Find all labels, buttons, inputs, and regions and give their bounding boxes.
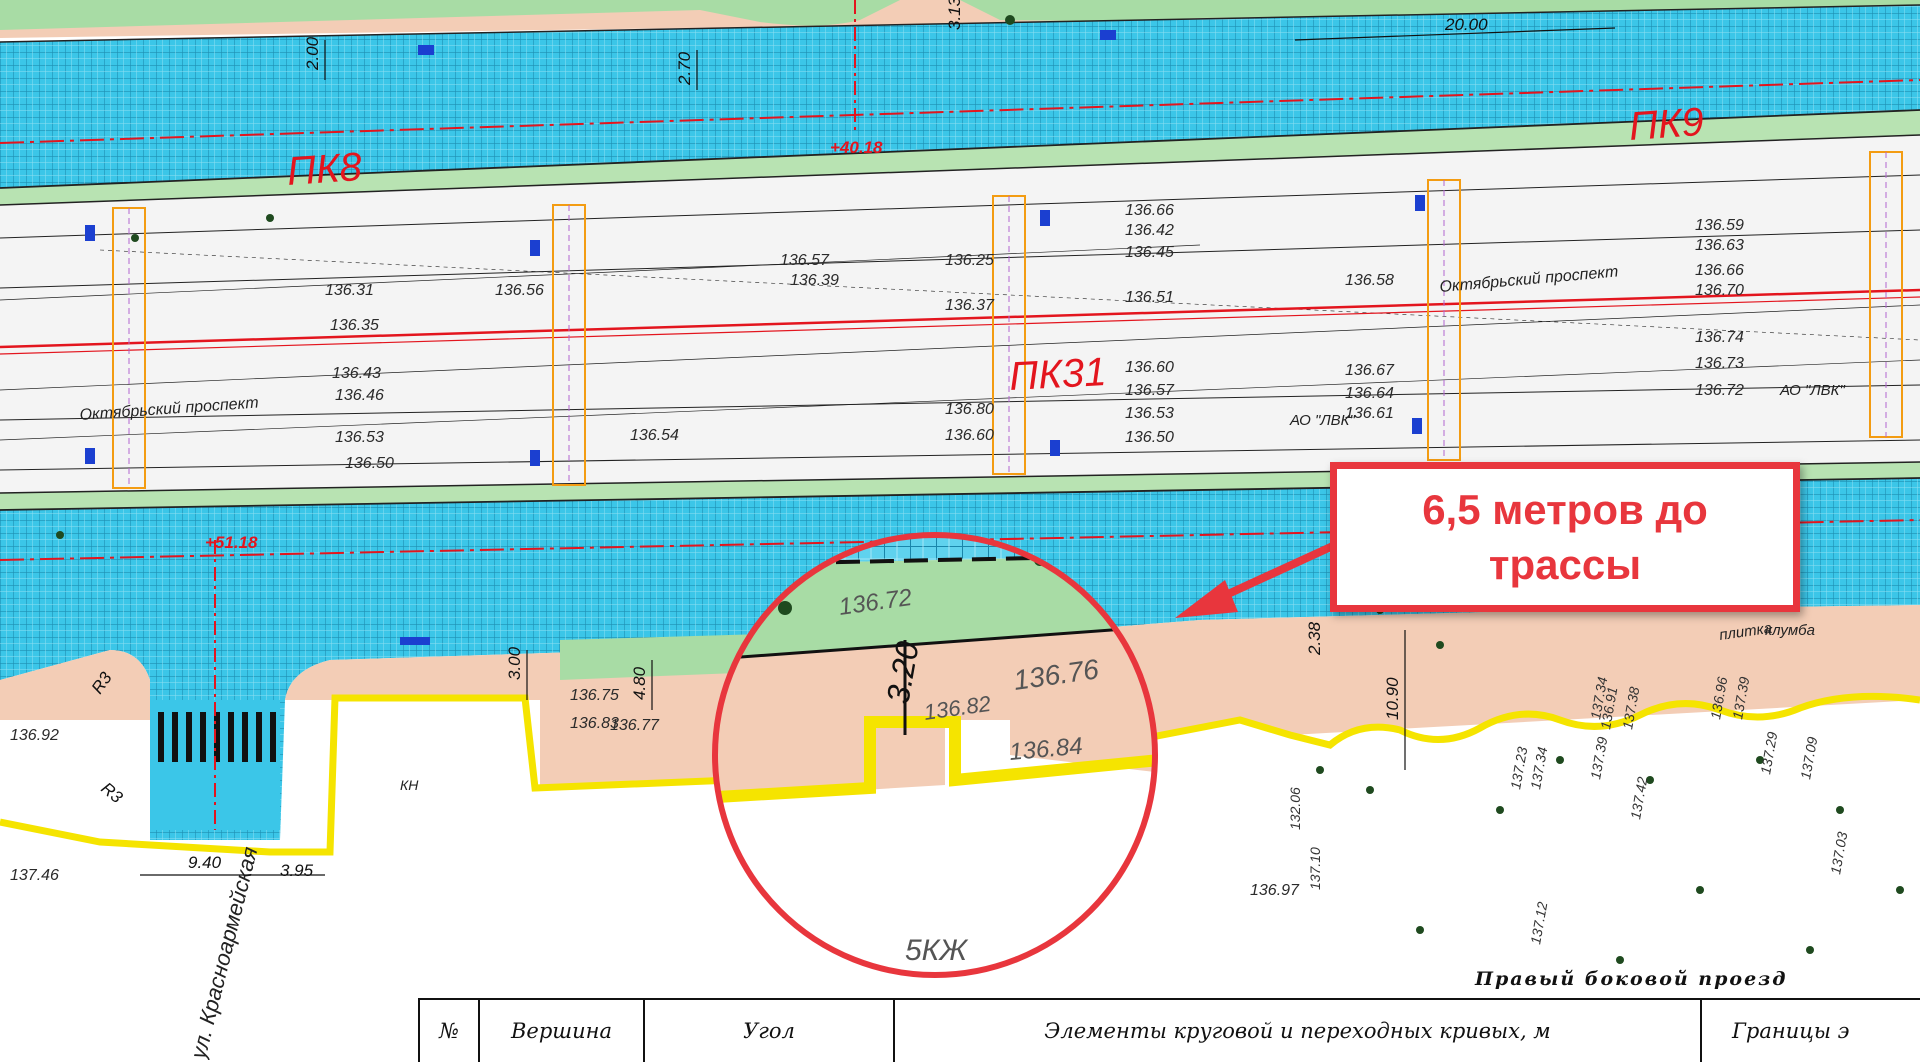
- offset-label-bottom: +51.18: [205, 533, 258, 552]
- elevation-mark: 136.70: [1695, 282, 1744, 299]
- building-label-5kzh: 5КЖ: [905, 934, 968, 967]
- column-header-no: №: [420, 1000, 480, 1062]
- curve-table-header: № Вершина Угол Элементы круговой и перех…: [418, 998, 1920, 1062]
- elevation-mark: 136.31: [325, 282, 374, 299]
- elevation-mark: 136.51: [1125, 289, 1174, 306]
- column-header-vertex: Вершина: [480, 1000, 645, 1062]
- elevation-mark: 136.60: [945, 427, 994, 444]
- elevation-mark: 136.58: [1345, 272, 1394, 289]
- offset-label-top: +40.18: [830, 138, 883, 157]
- elevation-mark: 136.57: [1125, 382, 1175, 399]
- picket-label-pk9: ПК9: [1628, 100, 1706, 149]
- dimension-d4: 3.13: [945, 0, 964, 30]
- elevation-mark: 136.60: [1125, 359, 1174, 376]
- elevation-mark: 136.43: [332, 365, 381, 382]
- dimension-d6: 4.80: [630, 666, 649, 700]
- elevation-mark: 136.54: [630, 427, 679, 444]
- elevation-mark: 136.61: [1345, 405, 1394, 422]
- dimension-d8: 10.90: [1383, 677, 1402, 720]
- dimension-d3: 2.70: [675, 51, 694, 86]
- elevation-mark: 137.10: [1307, 847, 1323, 890]
- elevation-mark: 136.73: [1695, 355, 1744, 372]
- elevation-mark: 136.92: [10, 727, 59, 744]
- elevation-mark: 136.42: [1125, 222, 1174, 239]
- elevation-mark: 136.75: [570, 687, 619, 704]
- dimension-d9: 9.40: [188, 853, 222, 872]
- elevation-mark: 136.37: [945, 297, 995, 314]
- elevation-mark: 136.77: [610, 717, 660, 734]
- company-label-lvk-right: АО "ЛВК": [1779, 382, 1845, 399]
- distance-callout-text: 6,5 метров до трассы: [1422, 486, 1708, 588]
- elevation-mark: 136.45: [1125, 244, 1174, 261]
- elevation-mark: 136.74: [1695, 329, 1744, 346]
- dimension-d10: 3.95: [280, 861, 314, 880]
- elevation-mark: 137.46: [10, 867, 59, 884]
- elevation-mark: 136.97: [1250, 882, 1300, 899]
- building-label-kn: КН: [400, 777, 419, 793]
- column-header-elements: Элементы круговой и переходных кривых, м: [895, 1000, 1702, 1062]
- column-header-bounds: Границы э: [1732, 1019, 1850, 1043]
- elevation-mark: 136.56: [495, 282, 544, 299]
- elevation-mark: 136.50: [1125, 429, 1174, 446]
- elevation-mark: 136.39: [790, 272, 839, 289]
- elevation-mark: 136.57: [780, 252, 830, 269]
- elevation-mark: 136.67: [1345, 362, 1395, 379]
- elevation-mark: 132.06: [1287, 787, 1303, 830]
- elevation-mark: 136.72: [1695, 382, 1744, 399]
- elevation-mark: 136.66: [1125, 202, 1174, 219]
- elevation-mark: 136.46: [335, 387, 384, 404]
- elevation-mark: 136.53: [1125, 405, 1174, 422]
- dimension-d2: 2.00: [303, 36, 322, 71]
- distance-callout-box: 6,5 метров до трассы: [1330, 462, 1800, 612]
- elevation-mark: 136.80: [945, 401, 994, 418]
- picket-label-pk8: ПК8: [286, 145, 364, 194]
- elevation-mark: 136.53: [335, 429, 384, 446]
- elevation-mark: 136.25: [945, 252, 994, 269]
- picket-label-pk31: ПК31: [1008, 350, 1107, 399]
- elevation-mark: 136.59: [1695, 217, 1744, 234]
- table-title: Правый боковой проезд: [1475, 968, 1788, 990]
- elevation-mark: 136.50: [345, 455, 394, 472]
- elevation-mark: 136.66: [1695, 262, 1744, 279]
- elevation-mark: 136.64: [1345, 385, 1394, 402]
- dimension-d7: 2.38: [1305, 621, 1324, 656]
- elevation-mark: 136.35: [330, 317, 379, 334]
- elevation-mark: 136.63: [1695, 237, 1744, 254]
- dimension-d1: 20.00: [1444, 15, 1488, 34]
- dimension-d5: 3.00: [505, 646, 524, 680]
- column-header-angle: Угол: [645, 1000, 895, 1062]
